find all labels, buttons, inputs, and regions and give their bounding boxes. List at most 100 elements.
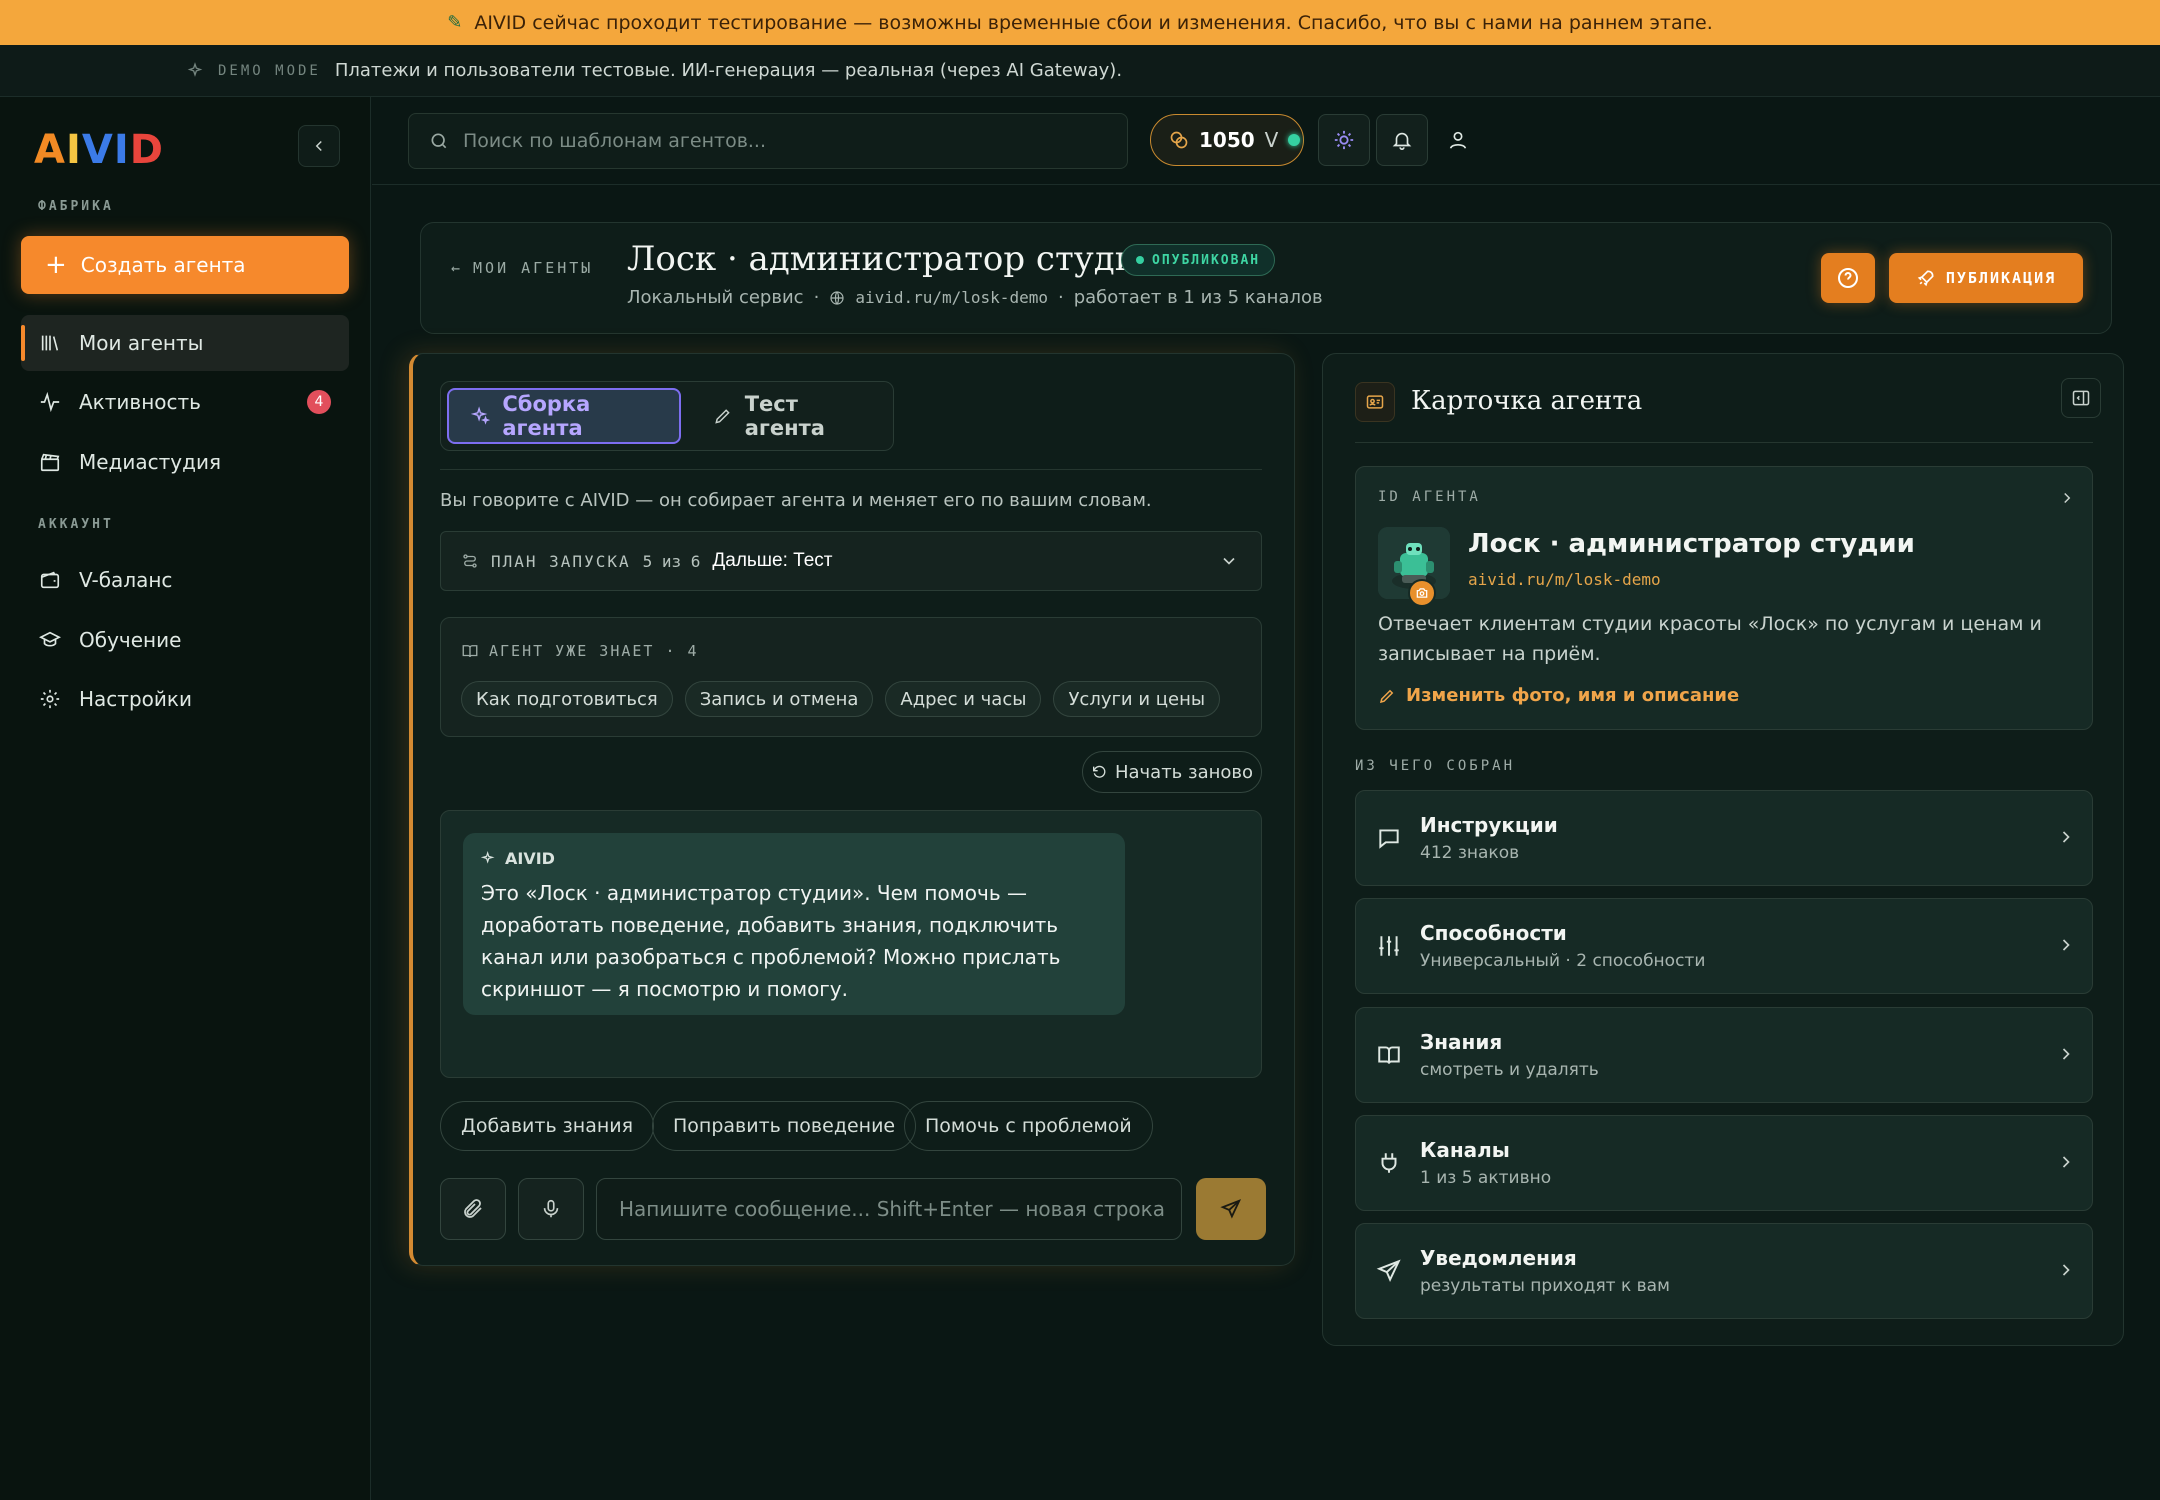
chevron-right-icon xyxy=(2062,831,2070,843)
plan-progress: 5 из 6 xyxy=(642,551,701,571)
route-icon xyxy=(463,554,477,568)
restart-button[interactable]: Начать заново xyxy=(1082,751,1262,793)
sidebar-item-my-agents[interactable]: Мои агенты xyxy=(21,315,349,371)
collapse-sidebar-button[interactable] xyxy=(298,125,340,167)
theme-toggle-button[interactable] xyxy=(1318,114,1370,166)
book-icon xyxy=(462,645,478,658)
tab-label: Сборка агента xyxy=(502,392,591,440)
clapperboard-icon xyxy=(40,453,60,472)
knowledge-chip[interactable]: Адрес и часы xyxy=(885,681,1042,717)
author-name: AIVID xyxy=(505,849,555,868)
sliders-icon xyxy=(1379,936,1399,956)
sun-icon xyxy=(1334,130,1354,150)
sidebar-item-learning[interactable]: Обучение xyxy=(21,612,349,668)
row-title: Каналы xyxy=(1420,1138,1510,1162)
agent-meta: Локальный сервис · aivid.ru/m/losk-demo … xyxy=(627,287,1323,308)
agent-header: ← МОИ АГЕНТЫ Лоск · администратор студии… xyxy=(420,222,2112,334)
sidebar-item-label: Медиастудия xyxy=(79,450,221,474)
demo-strip: DEMO MODE Платежи и пользователи тестовы… xyxy=(0,45,2160,97)
sidebar-item-settings[interactable]: Настройки xyxy=(21,671,349,727)
sidebar-item-label: Мои агенты xyxy=(79,331,204,355)
component-row-abilities[interactable]: Способности Универсальный · 2 способност… xyxy=(1355,898,2093,994)
profile-button[interactable] xyxy=(1432,114,1484,166)
chevron-down-icon xyxy=(1223,557,1235,565)
book-icon xyxy=(1378,1046,1400,1064)
quick-action-add-knowledge[interactable]: Добавить знания xyxy=(440,1101,655,1151)
chevron-right-icon xyxy=(2062,1048,2070,1060)
balance-pill[interactable]: 1050 V xyxy=(1150,114,1304,166)
sidebar: AIVID ФАБРИКА + Создать агента Мои агент… xyxy=(0,97,371,1500)
chat-area: AIVID Это «Лоск · администратор студии».… xyxy=(440,810,1262,1078)
chevron-right-icon xyxy=(2064,492,2071,504)
agent-builder-panel: Сборка агента Тест агента Вы говорите с … xyxy=(409,353,1295,1266)
launch-plan-accordion[interactable]: ПЛАН ЗАПУСКА 5 из 6 Дальше: Тест xyxy=(440,531,1262,591)
send-icon xyxy=(1220,1199,1242,1219)
quick-action-help-problem[interactable]: Помочь с проблемой xyxy=(904,1101,1153,1151)
separator-dot: · xyxy=(1057,287,1064,308)
builder-tabs: Сборка агента Тест агента xyxy=(440,381,894,451)
library-icon xyxy=(41,335,59,351)
agent-url-link[interactable]: aivid.ru/m/losk-demo xyxy=(855,288,1048,307)
message-author: AIVID xyxy=(481,849,555,868)
edit-profile-link[interactable]: Изменить фото, имя и описание xyxy=(1378,685,1739,706)
back-label: МОИ АГЕНТЫ xyxy=(473,259,594,277)
id-label: ID АГЕНТА xyxy=(1378,489,1481,505)
sidebar-item-activity[interactable]: Активность 4 xyxy=(21,374,349,430)
component-row-notifications[interactable]: Уведомления результаты приходят к вам xyxy=(1355,1223,2093,1319)
component-row-channels[interactable]: Каналы 1 из 5 активно xyxy=(1355,1115,2093,1211)
chevron-right-icon xyxy=(2062,1264,2070,1276)
send-button[interactable] xyxy=(1196,1178,1266,1240)
chevron-left-icon xyxy=(315,140,322,152)
separator-dot: · xyxy=(813,287,820,308)
knowledge-chip[interactable]: Запись и отмена xyxy=(684,681,874,717)
status-dot xyxy=(1288,134,1301,146)
agent-knowledge-box: АГЕНТ УЖЕ ЗНАЕТ · 4 Как подготовиться За… xyxy=(440,617,1262,737)
send-icon xyxy=(1376,1259,1401,1283)
wallet-icon xyxy=(40,571,60,589)
knowledge-label: АГЕНТ УЖЕ ЗНАЕТ · 4 xyxy=(489,642,699,660)
service-type: Локальный сервис xyxy=(627,287,804,308)
logo[interactable]: AIVID xyxy=(34,127,164,173)
balance-unit: V xyxy=(1264,128,1279,152)
search-input[interactable]: Поиск по шаблонам агентов... xyxy=(408,113,1128,169)
voice-input-button[interactable] xyxy=(518,1178,584,1240)
agent-url-link[interactable]: aivid.ru/m/losk-demo xyxy=(1468,570,1661,589)
attach-button[interactable] xyxy=(440,1178,506,1240)
status-dot xyxy=(1136,256,1144,264)
user-icon xyxy=(1449,131,1467,149)
publish-button[interactable]: ПУБЛИКАЦИЯ xyxy=(1889,253,2083,303)
plug-icon xyxy=(1381,1153,1397,1173)
agent-id-card[interactable]: ID АГЕНТА Лоск · администратор студии ai… xyxy=(1355,466,2093,730)
status-badge: ОПУБЛИКОВАН xyxy=(1121,244,1276,276)
restart-label: Начать заново xyxy=(1114,761,1254,783)
create-agent-label: Создать агента xyxy=(80,253,246,277)
built-from-label: ИЗ ЧЕГО СОБРАН xyxy=(1355,758,1516,774)
sidebar-item-v-balance[interactable]: V-баланс xyxy=(21,552,349,608)
component-row-instructions[interactable]: Инструкции 412 знаков xyxy=(1355,790,2093,886)
component-row-knowledge[interactable]: Знания смотреть и удалять xyxy=(1355,1007,2093,1103)
back-to-my-agents-link[interactable]: ← МОИ АГЕНТЫ xyxy=(451,259,593,277)
gear-icon xyxy=(40,689,60,709)
knowledge-chip[interactable]: Услуги и цены xyxy=(1053,681,1221,717)
channels-status: работает в 1 из 5 каналов xyxy=(1073,287,1323,308)
notifications-button[interactable] xyxy=(1376,114,1428,166)
sidebar-item-media-studio[interactable]: Медиастудия xyxy=(21,434,349,490)
knowledge-header: АГЕНТ УЖЕ ЗНАЕТ · 4 xyxy=(461,642,699,660)
quick-action-fix-behavior[interactable]: Поправить поведение xyxy=(652,1101,917,1151)
sidebar-item-label: Обучение xyxy=(79,628,182,652)
row-title: Способности xyxy=(1420,921,1567,945)
tab-test-agent[interactable]: Тест агента xyxy=(691,388,893,444)
tab-build-agent[interactable]: Сборка агента xyxy=(447,388,681,444)
arrow-left-icon: ← xyxy=(451,259,464,277)
message-input[interactable]: Напишите сообщение... Shift+Enter — нова… xyxy=(596,1178,1182,1240)
search-icon xyxy=(431,133,447,149)
toggle-panel-button[interactable] xyxy=(2061,378,2101,418)
help-button[interactable] xyxy=(1821,253,1875,303)
camera-icon[interactable] xyxy=(1408,579,1436,607)
tab-label: Тест агента xyxy=(744,392,825,440)
question-icon xyxy=(1838,268,1858,288)
knowledge-chip[interactable]: Как подготовиться xyxy=(461,681,673,717)
create-agent-button[interactable]: + Создать агента xyxy=(21,236,349,294)
sparkle-icon xyxy=(186,61,204,80)
agent-description: Отвечает клиентам студии красоты «Лоск» … xyxy=(1378,613,2042,665)
